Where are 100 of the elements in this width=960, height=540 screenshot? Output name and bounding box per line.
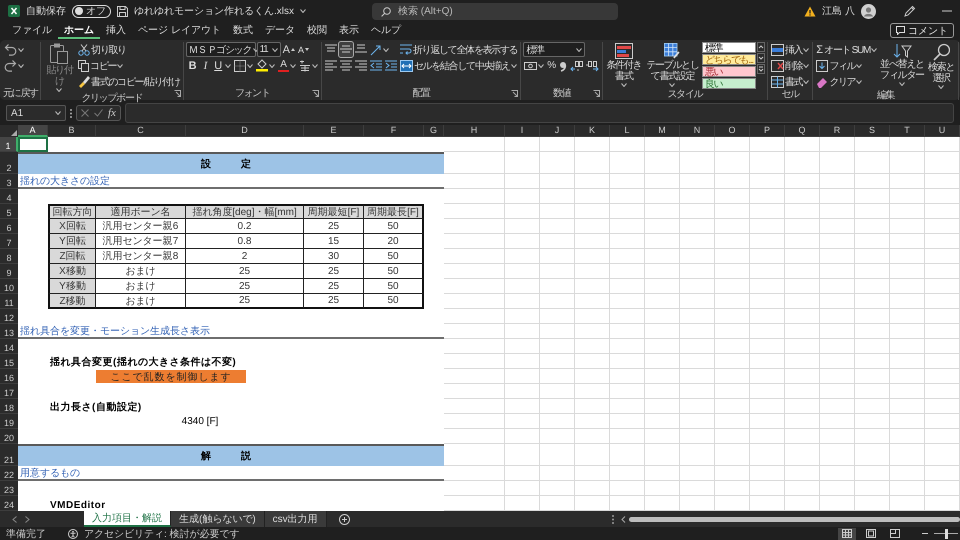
column-header[interactable]: H: [444, 125, 505, 137]
table-cell: 25: [304, 264, 364, 279]
column-header[interactable]: C: [96, 125, 186, 137]
cut-button[interactable]: 切り取り: [77, 42, 181, 57]
column-header[interactable]: O: [715, 125, 750, 137]
row-header[interactable]: 17: [0, 384, 18, 399]
delete-button[interactable]: 削除: [770, 58, 810, 73]
table-cell: 50: [364, 249, 424, 264]
column-header[interactable]: P: [750, 125, 785, 137]
font-color-button[interactable]: A: [277, 58, 297, 73]
menu-tab[interactable]: 挿入: [100, 22, 132, 39]
row-header[interactable]: 12: [0, 309, 18, 324]
format-painter-button[interactable]: 書式のコピー/貼り付け: [77, 74, 181, 89]
search-field[interactable]: 検索 (Alt+Q): [372, 2, 618, 20]
merge-center-button[interactable]: セルを結合して中央揃え: [398, 58, 518, 73]
column-header[interactable]: M: [645, 125, 680, 137]
autosave-toggle[interactable]: オフ: [72, 4, 111, 18]
row-header[interactable]: 2: [0, 152, 18, 174]
row-header[interactable]: 20: [0, 429, 18, 444]
percent-button[interactable]: %: [546, 58, 556, 73]
find-select-button[interactable]: 検索と選択: [926, 42, 956, 90]
insert-function-button[interactable]: fx: [108, 107, 116, 119]
comment-button[interactable]: コメント: [890, 23, 954, 38]
format-as-table-button[interactable]: テーブルとして書式設定: [644, 42, 701, 88]
row-header[interactable]: 5: [0, 204, 18, 219]
row-header[interactable]: 14: [0, 339, 18, 354]
row-header[interactable]: 9: [0, 264, 18, 279]
number-format-field[interactable]: 標準: [523, 42, 586, 57]
column-header[interactable]: T: [890, 125, 925, 137]
font-size-field[interactable]: 11: [256, 42, 281, 57]
row-header[interactable]: 16: [0, 369, 18, 384]
name-box[interactable]: A1: [6, 105, 66, 121]
fill-button[interactable]: フィル: [815, 58, 878, 73]
menu-tab[interactable]: ファイル: [6, 22, 58, 39]
row-header[interactable]: 6: [0, 219, 18, 234]
format-button[interactable]: 書式: [770, 74, 810, 89]
row-header[interactable]: 15: [0, 354, 18, 369]
sheet-tab[interactable]: csv出力用: [264, 511, 327, 527]
row-header[interactable]: 7: [0, 234, 18, 249]
row-header[interactable]: 23: [0, 481, 18, 496]
row-header[interactable]: 3: [0, 174, 18, 189]
cell-style-item[interactable]: 良い: [702, 78, 756, 89]
cell-style-item[interactable]: 標準: [702, 42, 756, 53]
underline-button[interactable]: U: [211, 58, 232, 73]
row-header[interactable]: 11: [0, 294, 18, 309]
row-header[interactable]: 1: [0, 137, 18, 152]
column-header[interactable]: K: [575, 125, 610, 137]
wrap-text-button[interactable]: 折り返して全体を表示する: [398, 42, 518, 57]
column-header[interactable]: I: [505, 125, 540, 137]
column-header[interactable]: B: [48, 125, 96, 137]
table-cell: 2: [186, 249, 304, 264]
column-header[interactable]: J: [540, 125, 575, 137]
font-name-field[interactable]: ＭＳ Ｐゴシック: [186, 42, 256, 57]
sort-filter-button[interactable]: 並べ替えとフィルター: [879, 42, 925, 87]
bold-button[interactable]: B: [186, 58, 200, 73]
menu-tab[interactable]: ヘルプ: [364, 22, 407, 39]
control-button[interactable]: ここで乱数を制御します: [96, 370, 246, 383]
column-header[interactable]: S: [855, 125, 890, 137]
insert-button[interactable]: 挿入: [770, 42, 810, 57]
column-header[interactable]: F: [364, 125, 424, 137]
column-header[interactable]: E: [304, 125, 364, 137]
sheet-tab[interactable]: 入力項目・解説: [84, 511, 171, 527]
shrink-font-button[interactable]: A: [296, 42, 310, 57]
menu-tab[interactable]: ページ レイアウト: [132, 22, 227, 39]
menu-tab[interactable]: 校閲: [300, 22, 333, 39]
column-header[interactable]: A: [18, 125, 48, 137]
menu-tab[interactable]: データ: [258, 22, 301, 39]
row-header[interactable]: 4: [0, 189, 18, 204]
cell-style-item[interactable]: どちらでも...: [702, 54, 756, 65]
table-cell: 0.2: [186, 219, 304, 234]
menu-tab[interactable]: 表示: [332, 22, 365, 39]
row-header[interactable]: 18: [0, 399, 18, 414]
column-header[interactable]: D: [186, 125, 304, 137]
section-banner: 解 説: [18, 444, 444, 466]
column-header[interactable]: R: [820, 125, 855, 137]
copy-button[interactable]: コピー: [77, 58, 181, 73]
row-header[interactable]: 13: [0, 324, 18, 339]
clear-button[interactable]: クリア: [815, 74, 878, 89]
row-header[interactable]: 10: [0, 279, 18, 294]
row-header[interactable]: 24: [0, 496, 18, 511]
italic-button[interactable]: I: [200, 58, 210, 73]
grow-font-button[interactable]: A: [282, 42, 296, 57]
cell-style-item[interactable]: 悪い: [702, 66, 756, 77]
table-cell: 50: [364, 219, 424, 234]
column-header[interactable]: G: [424, 125, 444, 137]
row-header[interactable]: 8: [0, 249, 18, 264]
table-header-cell: 周期最短[F]: [304, 204, 364, 219]
autosum-button[interactable]: Σオート SUM: [815, 42, 878, 57]
sheet-tab[interactable]: 生成(触らないで): [171, 511, 265, 527]
table-cell: 汎用センター親7: [96, 234, 186, 249]
column-header[interactable]: N: [680, 125, 715, 137]
column-header[interactable]: L: [610, 125, 645, 137]
menu-tab[interactable]: 数式: [226, 22, 259, 39]
column-header[interactable]: Q: [785, 125, 820, 137]
conditional-format-button[interactable]: 条件付き書式: [604, 42, 643, 88]
row-header[interactable]: 19: [0, 414, 18, 429]
column-header[interactable]: U: [925, 125, 960, 137]
row-header[interactable]: 21: [0, 444, 18, 466]
group-label: 配置: [412, 88, 430, 99]
row-header[interactable]: 22: [0, 466, 18, 481]
